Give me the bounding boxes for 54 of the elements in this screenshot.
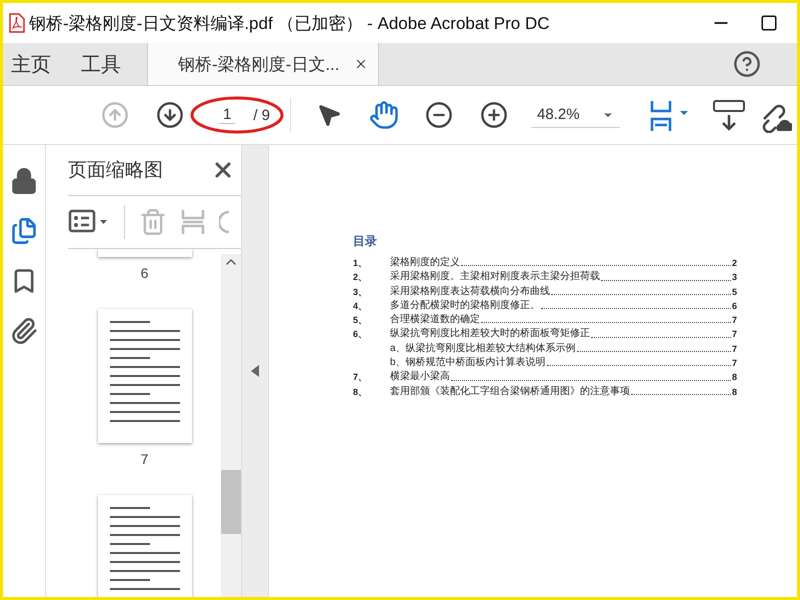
panel-title: 页面缩略图 <box>68 159 163 183</box>
toc-entry[interactable]: 合理横梁道数的确定 <box>390 313 480 328</box>
zoom-in-icon[interactable] <box>480 101 508 129</box>
toc-page-number: 8 <box>732 386 737 399</box>
page-number-field[interactable]: 1 <box>219 106 236 124</box>
tab[interactable]: 主页 <box>7 43 55 85</box>
toc-number: 7、 <box>353 371 368 384</box>
hand-icon[interactable] <box>368 100 399 130</box>
toc-entry[interactable]: 采用梁格刚度。主梁相对刚度表示主梁分担荷载 <box>390 270 600 285</box>
toc-number: 8、 <box>353 386 368 399</box>
toc-page-number: 6 <box>732 300 737 313</box>
page-thumbnail[interactable] <box>98 495 192 597</box>
toc-entry[interactable]: 横梁最小梁高 <box>390 370 450 385</box>
toc-entry[interactable]: 纵梁抗弯刚度比相差较大时的桥面板弯矩修正 <box>390 327 590 342</box>
toc-page-number: 2 <box>732 257 737 270</box>
help-icon[interactable] <box>733 50 761 78</box>
pdf-file-icon <box>7 13 25 33</box>
page-thumbnail[interactable] <box>98 249 192 257</box>
maximize-icon[interactable] <box>760 14 778 32</box>
toc-heading: 目录 <box>353 233 378 250</box>
tab[interactable]: 钢桥-梁格刚度-日文... <box>147 43 378 85</box>
toc-entry[interactable]: 套用部颁《装配化工字组合梁钢桥通用图》的注意事项 <box>390 384 630 399</box>
tab[interactable]: 工具 <box>77 43 125 85</box>
toc-page-number: 5 <box>732 286 737 299</box>
toc-number: 1、 <box>353 257 368 270</box>
toc-page-number: 7 <box>732 328 737 342</box>
toc-entry[interactable]: b、钢桥规范中桥面板内计算表说明 <box>390 356 546 370</box>
toc-number: 6、 <box>353 328 368 342</box>
page-count: / 9 <box>253 106 270 124</box>
zoom-dropdown[interactable]: 48.2% <box>531 102 620 128</box>
zoom-out-icon[interactable] <box>424 101 453 129</box>
toc-entry[interactable]: 多道分配横梁时的梁格刚度修正。 <box>390 298 540 314</box>
pages-icon[interactable] <box>10 217 38 245</box>
toc-number: 2、 <box>353 271 368 284</box>
collapse-arrow-icon[interactable] <box>251 365 259 377</box>
toc-number: 4、 <box>353 300 368 313</box>
lock-icon[interactable] <box>10 167 38 195</box>
toc-page-number: 7 <box>732 314 737 328</box>
next-page-icon[interactable] <box>156 101 184 129</box>
toc-page-number: 7 <box>732 342 737 356</box>
toc-page-number: 8 <box>732 371 737 384</box>
page-label: 6 <box>140 265 148 281</box>
toc-number: 5、 <box>353 314 368 328</box>
toc-entry[interactable]: 采用梁格刚度表达荷载横向分布曲线 <box>390 284 550 299</box>
toc-number: 3、 <box>353 286 368 299</box>
page-thumbnail[interactable] <box>98 309 192 443</box>
paperclip-icon[interactable] <box>10 317 38 345</box>
scrollbar-thumb[interactable] <box>221 470 241 534</box>
toc-entry[interactable]: a、纵梁抗弯刚度比相差较大结构体系示例 <box>390 342 576 356</box>
page-label: 7 <box>140 451 148 467</box>
window-title: 钢桥-梁格刚度-日文资料编译.pdf （已加密） - Adobe Acrobat Pro DC <box>29 12 550 34</box>
toc-page-number: 7 <box>732 357 737 370</box>
toc-entry[interactable]: 梁格刚度的定义 <box>390 256 460 270</box>
toc-page-number: 3 <box>732 271 737 284</box>
